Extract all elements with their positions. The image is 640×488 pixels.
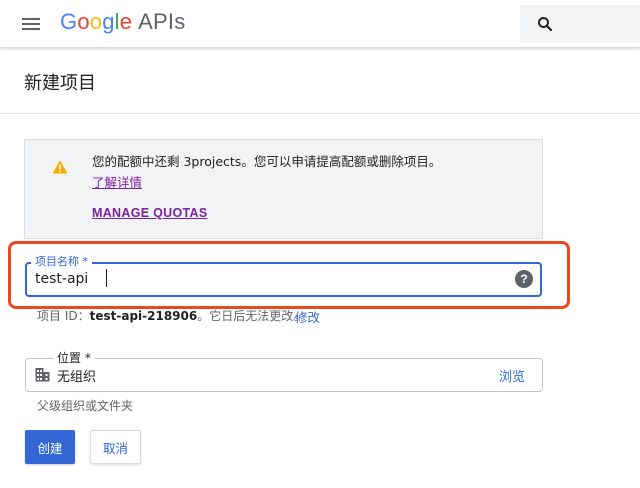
quota-notice: 您的配额中还剩 3projects。您可以申请提高配额或删除项目。 了解详情 M… xyxy=(24,139,543,239)
top-app-bar: Google APIs xyxy=(0,0,640,48)
project-id-prefix: 项目 ID： xyxy=(37,309,90,323)
page-title: 新建项目 xyxy=(24,73,96,94)
search-box[interactable] xyxy=(520,5,640,43)
edit-project-id-link[interactable]: 修改 xyxy=(295,307,320,326)
warning-icon xyxy=(52,160,68,174)
hamburger-menu-icon[interactable] xyxy=(16,10,46,38)
cancel-button[interactable]: 取消 xyxy=(90,430,141,464)
create-button[interactable]: 创建 xyxy=(25,430,75,464)
title-divider xyxy=(0,113,640,114)
search-icon xyxy=(538,17,553,32)
project-name-label: 项目名称 * xyxy=(31,253,92,269)
location-hint: 父级组织或文件夹 xyxy=(37,399,134,413)
logo-suffix: APIs xyxy=(138,9,186,34)
quota-message: 您的配额中还剩 3projects。您可以申请提高配额或删除项目。 xyxy=(92,154,442,169)
project-id-value: test-api-218906 xyxy=(89,309,198,323)
location-value: 无组织 xyxy=(57,370,97,385)
location-label: 位置 * xyxy=(53,349,95,366)
help-icon[interactable]: ? xyxy=(515,270,533,288)
location-field[interactable] xyxy=(25,358,543,392)
building-icon xyxy=(35,368,50,382)
project-id-info: 项目 ID：test-api-218906。它日后无法更改。 xyxy=(37,307,305,324)
google-apis-logo[interactable]: Google APIs xyxy=(60,9,185,35)
learn-more-link[interactable]: 了解详情 xyxy=(92,172,142,191)
manage-quotas-link[interactable]: MANAGE QUOTAS xyxy=(92,206,207,220)
text-caret xyxy=(106,269,107,287)
project-id-suffix: 。它日后无法更改。 xyxy=(197,309,306,323)
browse-button[interactable]: 浏览 xyxy=(499,366,525,385)
